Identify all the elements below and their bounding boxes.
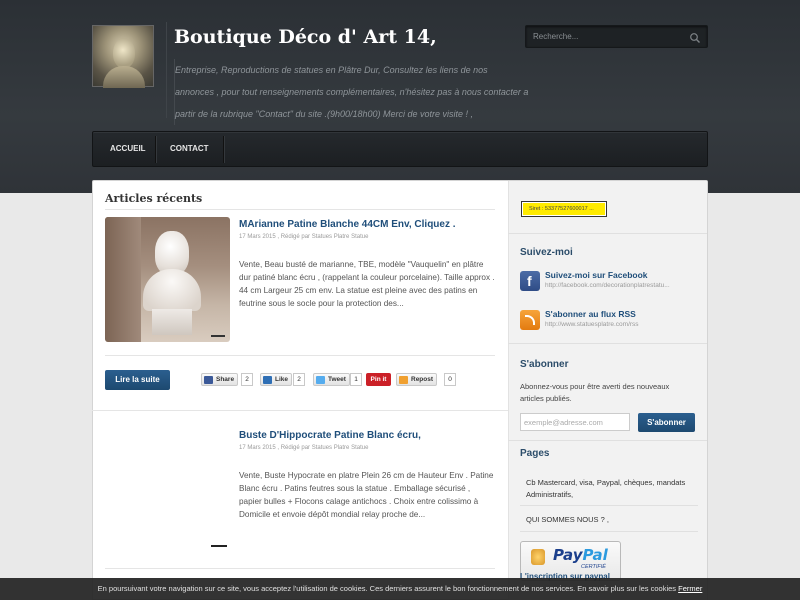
facebook-icon[interactable]: [520, 271, 540, 291]
linkedin-like-label: Like: [275, 376, 289, 383]
statue-base: [152, 309, 192, 335]
post-divider: [105, 568, 495, 569]
sidebar-divider: [508, 343, 707, 344]
site-tagline: Entreprise, Reproductions de statues en …: [174, 59, 529, 125]
paypal-certified-label: CERTIFIÉ: [581, 564, 606, 570]
post-thumbnail[interactable]: [105, 217, 230, 342]
cookie-text: En poursuivant votre navigation sur ce s…: [97, 584, 677, 593]
nav-item-contact[interactable]: CONTACT: [157, 132, 222, 166]
background-door: [105, 217, 141, 342]
subscribe-description: Abonnez-vous pour être averti des nouvea…: [520, 382, 670, 403]
facebook-share-button[interactable]: Share: [201, 373, 239, 386]
post-title[interactable]: Buste D'Hippocrate Patine Blanc écru,: [239, 430, 421, 441]
cookie-close-link[interactable]: Fermer: [678, 584, 702, 593]
recent-articles-heading: Articles récents: [105, 192, 203, 205]
page-link-payment[interactable]: Cb Mastercard, visa, Paypal, chèques, ma…: [526, 477, 696, 501]
rss-icon[interactable]: [520, 310, 540, 330]
post-separator: [92, 410, 508, 411]
page-divider: [520, 505, 698, 506]
repost-count: 0: [444, 373, 456, 386]
post-meta: 17 Mars 2015 , Rédigé par Statues Platre…: [239, 234, 369, 240]
post-meta: 17 Mars 2015 , Rédigé par Statues Platre…: [239, 445, 369, 451]
page-divider: [520, 531, 698, 532]
facebook-icon: [204, 376, 213, 384]
header-divider: [166, 22, 167, 118]
post-excerpt: Vente, Beau busté de marianne, TBE, modè…: [239, 260, 495, 308]
tweet-label: Tweet: [328, 376, 346, 383]
thumbnail-indicator: [211, 335, 225, 337]
paypal-logo-pay: Pay: [553, 546, 583, 564]
post-excerpt: Vente, Buste Hypocrate en platre Plein 2…: [239, 471, 494, 519]
lock-icon: [531, 549, 545, 565]
paypal-logo-pal: Pal: [582, 546, 608, 564]
nav-divider: [223, 136, 224, 163]
repost-icon: [399, 376, 408, 384]
statue-bust: [143, 269, 201, 311]
subscribe-button[interactable]: S'abonner: [638, 413, 695, 432]
nav-divider: [155, 136, 156, 163]
follow-heading: Suivez-moi: [520, 247, 573, 258]
sidebar-divider: [508, 440, 707, 441]
subscribe-heading: S'abonner: [520, 359, 569, 370]
nav-item-accueil[interactable]: ACCUEIL: [97, 132, 159, 166]
statue-face: [113, 38, 135, 68]
twitter-tweet-button[interactable]: Tweet: [313, 373, 350, 386]
email-field[interactable]: [520, 413, 630, 431]
repost-button[interactable]: Repost: [396, 373, 438, 386]
linkedin-like-button[interactable]: Like: [260, 373, 293, 386]
post-title[interactable]: MArianne Patine Blanche 44CM Env, Clique…: [239, 219, 456, 230]
main-nav: ACCUEIL CONTACT: [92, 131, 708, 167]
search-icon[interactable]: [689, 31, 701, 43]
site-logo-image[interactable]: [92, 25, 154, 88]
heading-divider: [105, 209, 495, 210]
tweet-count: 1: [350, 373, 362, 386]
linkedin-like-count: 2: [293, 373, 305, 386]
linkedin-icon: [263, 376, 272, 384]
cookie-banner: En poursuivant votre navigation sur ce s…: [0, 578, 800, 600]
siret-banner[interactable]: Siret : 53377527600017 ...: [521, 201, 607, 217]
pages-heading: Pages: [520, 448, 550, 459]
facebook-url: http://facebook.com/decorationplatrestat…: [545, 282, 670, 289]
page-link-about[interactable]: QUI SOMMES NOUS ? ,: [526, 514, 696, 526]
sidebar-divider: [508, 233, 707, 234]
rss-url: http://www.statuesplatre.com/rss: [545, 321, 639, 328]
post-divider: [105, 355, 495, 356]
rss-subscribe-link[interactable]: S'abonner au flux RSS: [545, 309, 636, 319]
read-more-button[interactable]: Lire la suite: [105, 370, 170, 390]
paypal-logo: PayPal: [553, 546, 608, 564]
pinterest-pin-button[interactable]: Pin it: [366, 373, 391, 386]
site-title[interactable]: Boutique Déco d' Art 14,: [174, 26, 437, 48]
twitter-icon: [316, 376, 325, 384]
thumbnail-indicator: [211, 545, 227, 547]
facebook-share-count: 2: [241, 373, 253, 386]
facebook-follow-link[interactable]: Suivez-moi sur Facebook: [545, 270, 648, 280]
search-box[interactable]: [525, 25, 708, 48]
repost-label: Repost: [411, 376, 434, 383]
facebook-share-label: Share: [216, 376, 235, 383]
search-input[interactable]: [526, 26, 686, 47]
statue-bust: [103, 66, 145, 88]
post-thumbnail[interactable]: [105, 428, 230, 553]
